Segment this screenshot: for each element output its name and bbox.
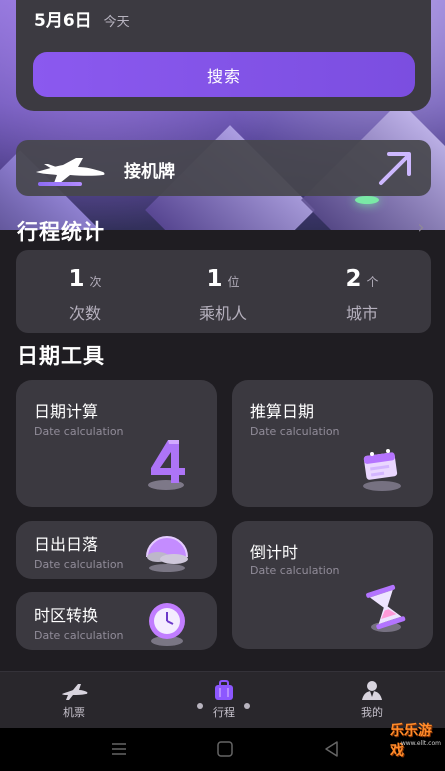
- tool-subtitle: Date calculation: [34, 558, 124, 571]
- stats-card: 1次 次数 1位 乘机人 2个 城市: [16, 250, 431, 333]
- page-indicator-dot: [197, 703, 203, 709]
- stat-trips: 1次 次数: [16, 266, 154, 324]
- tool-date-calculation[interactable]: 日期计算 Date calculation: [16, 380, 217, 507]
- stat-value: 2: [345, 266, 362, 292]
- stat-unit: 次: [89, 275, 102, 289]
- page-indicator-dot: [244, 703, 250, 709]
- stat-value: 1: [206, 266, 223, 292]
- tool-subtitle: Date calculation: [34, 425, 124, 438]
- tool-sunrise-sunset[interactable]: 日出日落 Date calculation: [16, 521, 217, 579]
- stat-label: 次数: [68, 304, 101, 323]
- tool-title: 推算日期: [250, 402, 315, 421]
- search-button[interactable]: 搜索: [33, 52, 415, 97]
- arrow-up-right-icon: [379, 152, 411, 185]
- tool-subtitle: Date calculation: [250, 564, 340, 577]
- watermark-url: www.ellt.com: [400, 740, 441, 747]
- stat-value: 1: [68, 266, 85, 292]
- calendar-icon: [363, 449, 401, 491]
- system-navigation-bar: [0, 728, 445, 771]
- airplane-icon: [62, 684, 88, 700]
- menu-icon[interactable]: [110, 740, 128, 758]
- stat-label: 城市: [345, 304, 378, 323]
- stat-label: 乘机人: [198, 304, 247, 323]
- chevron-right-icon[interactable]: ›: [413, 218, 429, 238]
- tool-title: 时区转换: [34, 606, 99, 625]
- number-four-icon: [148, 440, 185, 490]
- tools-section-title: 日期工具: [17, 344, 105, 368]
- stat-unit: 位: [227, 275, 240, 289]
- tool-subtitle: Date calculation: [34, 629, 124, 642]
- pickup-sign-card[interactable]: 接机牌: [16, 140, 431, 196]
- ufo-light-icon: [355, 196, 379, 204]
- tool-title: 日出日落: [34, 535, 99, 554]
- date-today-label: 今天: [103, 15, 130, 30]
- back-icon[interactable]: [322, 740, 340, 758]
- nav-item-flights[interactable]: 机票: [36, 680, 112, 720]
- bottom-navigation: 机票 行程 我的: [0, 671, 445, 729]
- stat-cities: 2个 城市: [293, 266, 431, 324]
- sunrise-icon: [146, 536, 188, 572]
- home-icon[interactable]: [216, 740, 234, 758]
- stat-unit: 个: [366, 275, 379, 289]
- profile-icon: [362, 681, 382, 700]
- clock-icon: [149, 603, 185, 646]
- suitcase-icon: [215, 680, 233, 700]
- date-row[interactable]: 5月6日 今天: [34, 6, 130, 31]
- pickup-accent-bar: [38, 182, 82, 186]
- stat-passengers: 1位 乘机人: [154, 266, 292, 324]
- tool-estimate-date[interactable]: 推算日期 Date calculation: [232, 380, 433, 507]
- nav-item-itinerary[interactable]: 行程: [186, 680, 262, 720]
- tool-subtitle: Date calculation: [250, 425, 340, 438]
- search-card: 5月6日 今天 搜索: [16, 0, 431, 111]
- nav-item-profile[interactable]: 我的: [334, 680, 410, 720]
- tool-countdown[interactable]: 倒计时 Date calculation: [232, 521, 433, 649]
- stats-section-title: 行程统计: [17, 220, 105, 244]
- pickup-title: 接机牌: [124, 162, 175, 182]
- hourglass-icon: [366, 584, 406, 632]
- selected-date[interactable]: 5月6日: [34, 6, 92, 31]
- tool-title: 倒计时: [250, 543, 299, 562]
- watermark: 乐乐游戏 www.ellt.com: [390, 718, 445, 771]
- nav-label-flights: 机票: [63, 706, 85, 719]
- tool-title: 日期计算: [34, 402, 99, 421]
- tool-timezone-conversion[interactable]: 时区转换 Date calculation: [16, 592, 217, 650]
